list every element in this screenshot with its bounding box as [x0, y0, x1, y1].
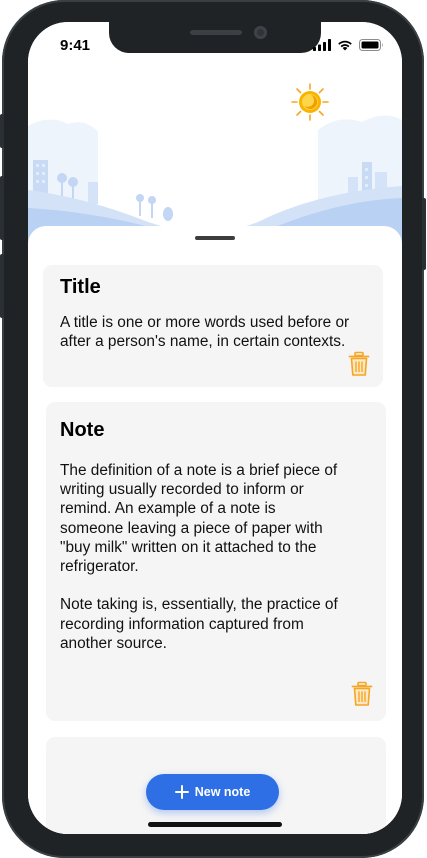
volume-down-button	[0, 254, 4, 318]
sun-icon[interactable]	[290, 82, 330, 122]
front-camera	[254, 26, 267, 39]
home-indicator[interactable]	[148, 822, 282, 827]
note-body: A title is one or more words used before…	[60, 314, 350, 351]
note-title: Note	[60, 419, 105, 441]
notch	[109, 22, 321, 53]
note-card[interactable]: Title A title is one or more words used …	[43, 265, 383, 387]
notes-sheet: Title A title is one or more words used …	[28, 226, 402, 834]
note-card[interactable]: Note The definition of a note is a brief…	[46, 402, 386, 721]
trash-icon[interactable]	[348, 351, 370, 377]
speaker	[190, 30, 242, 35]
status-time: 9:41	[60, 37, 91, 54]
new-note-button[interactable]: New note	[146, 774, 279, 810]
phone-frame: 9:41 Title A title is one or more words …	[0, 0, 426, 858]
power-button	[422, 198, 426, 270]
volume-up-button	[0, 176, 4, 240]
sheet-drag-handle[interactable]	[195, 236, 235, 240]
status-bar: 9:41	[28, 22, 402, 70]
mute-switch	[0, 114, 4, 148]
screen: 9:41 Title A title is one or more words …	[28, 22, 402, 834]
new-note-label: New note	[194, 785, 251, 799]
note-body: The definition of a note is a brief piec…	[60, 462, 338, 652]
wifi-icon	[338, 40, 352, 51]
signal-icon	[313, 39, 331, 51]
status-icons	[313, 39, 384, 51]
note-title: Title	[60, 276, 101, 298]
battery-icon	[359, 39, 383, 51]
trash-icon[interactable]	[351, 681, 373, 707]
plus-icon	[174, 785, 189, 799]
